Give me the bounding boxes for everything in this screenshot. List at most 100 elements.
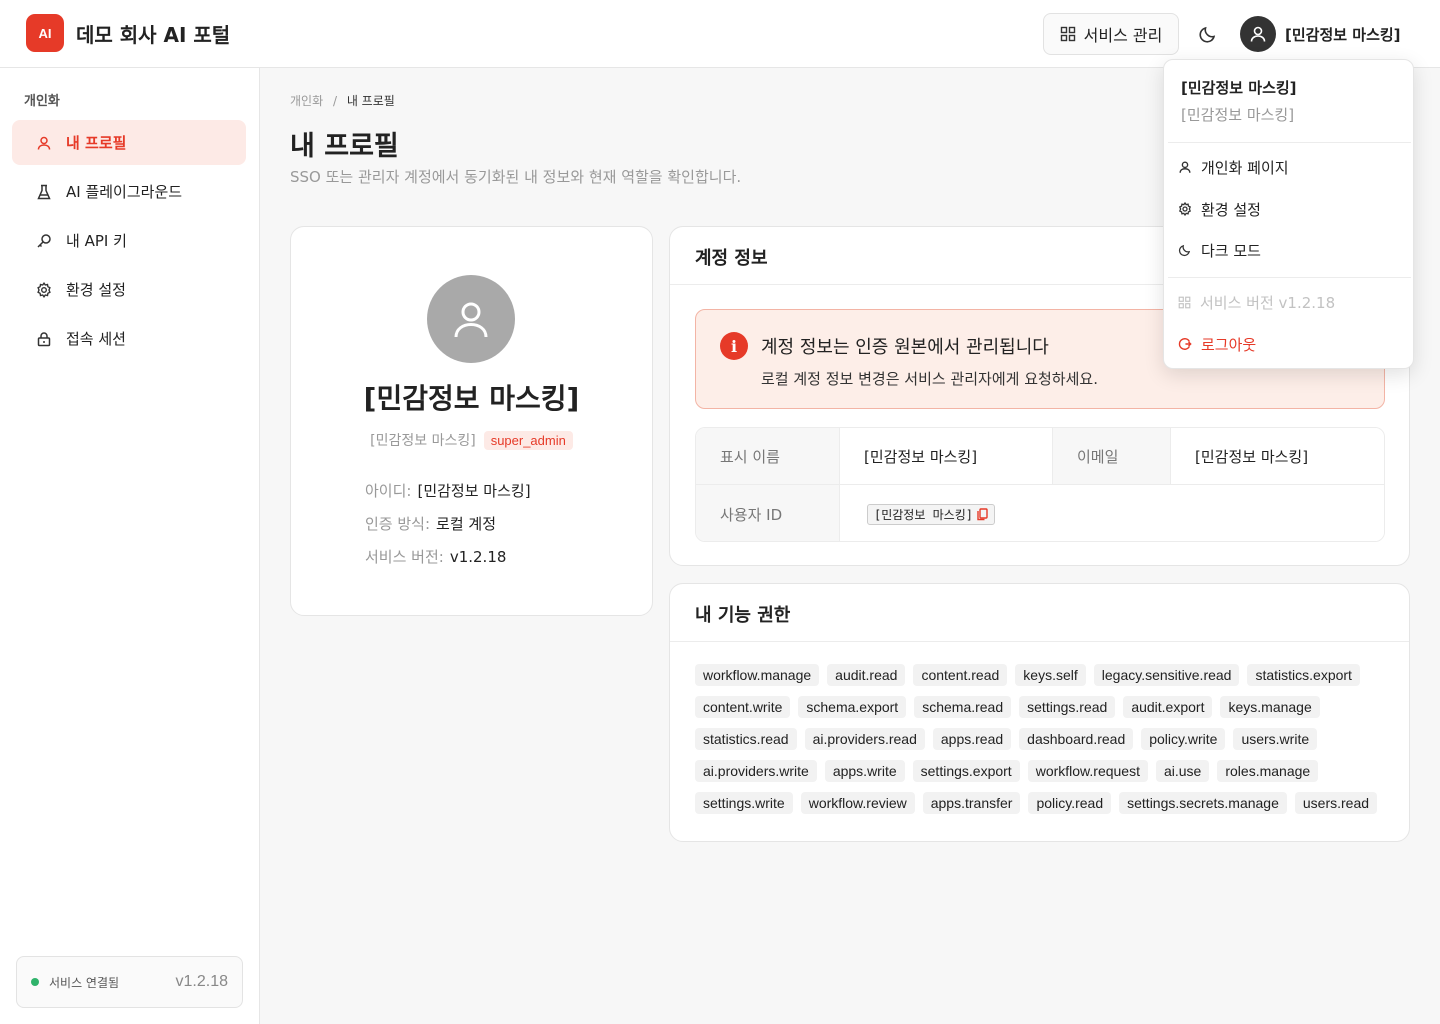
- permission-list: workflow.manage audit.read content.read key…: [695, 664, 1395, 814]
- sidebar-item-sessions[interactable]: 접속 세션: [12, 316, 246, 361]
- dropdown-item-label: 다크 모드: [1201, 241, 1261, 260]
- user-id-chip[interactable]: [민감정보 마스킹]: [867, 503, 995, 525]
- breadcrumb-current: 내 프로필: [346, 94, 395, 108]
- email-label: 이메일: [1053, 428, 1171, 485]
- permission-tag: settings.read: [1019, 696, 1116, 718]
- gear-icon: [1178, 202, 1192, 216]
- display-name-value: [민감정보 마스킹]: [840, 428, 1053, 485]
- permission-tag: legacy.sensitive.read: [1093, 664, 1240, 686]
- user-icon: [1248, 24, 1268, 44]
- permission-tag: keys.self: [1015, 664, 1086, 686]
- permission-tag: schema.read: [914, 696, 1012, 718]
- permission-tag: settings.write: [695, 792, 793, 814]
- user-id-cell: [민감정보 마스킹]: [840, 485, 1384, 541]
- permissions-card: 내 기능 권한 workflow.manage audit.read content…: [669, 583, 1410, 842]
- permission-tag: workflow.review: [800, 792, 915, 814]
- profile-auth-row: 인증 방식: 로컬 계정: [365, 513, 496, 534]
- display-name-label: 표시 이름: [696, 428, 840, 485]
- dropdown-item-label: 로그아웃: [1201, 335, 1257, 354]
- permission-tag: ai.providers.write: [695, 760, 817, 782]
- permission-tag: keys.manage: [1220, 696, 1320, 718]
- dropdown-divider: [1168, 142, 1411, 143]
- permission-tag: settings.export: [912, 760, 1020, 782]
- role-badge: super_admin: [483, 430, 573, 450]
- permission-tag: schema.export: [798, 696, 907, 718]
- sidebar-item-ai-playground[interactable]: AI 플레이그라운드: [12, 169, 246, 214]
- user-menu-button[interactable]: [민감정보 마스킹]: [1240, 15, 1401, 53]
- permission-tag: users.read: [1294, 792, 1378, 814]
- app-logo[interactable]: AI: [26, 14, 64, 52]
- sidebar-item-settings[interactable]: 환경 설정: [12, 267, 246, 312]
- permission-tag: workflow.request: [1027, 760, 1148, 782]
- app-title[interactable]: 데모 회사 AI 포털: [76, 19, 230, 48]
- permission-tag: ai.use: [1155, 760, 1210, 782]
- page-title: 내 프로필: [290, 131, 399, 162]
- user-icon: [36, 135, 52, 151]
- permission-tag: audit.read: [827, 664, 906, 686]
- theme-toggle-button[interactable]: [1196, 22, 1220, 46]
- dropdown-item-settings[interactable]: 환경 설정: [1178, 196, 1261, 222]
- permission-tag: policy.read: [1028, 792, 1112, 814]
- sidebar-item-api-keys[interactable]: 내 API 키: [12, 218, 246, 263]
- top-header: AI 데모 회사 AI 포털 서비스 관리 [민감정보 마스킹]: [0, 0, 1440, 68]
- breadcrumb: 개인화 / 내 프로필: [290, 92, 395, 109]
- profile-id-label: 아이디:: [365, 482, 412, 500]
- permission-tag: ai.providers.read: [804, 728, 925, 750]
- sidebar-section-title: 개인화: [24, 94, 60, 109]
- permission-tag: statistics.export: [1247, 664, 1360, 686]
- sidebar-item-label: 내 프로필: [66, 134, 127, 152]
- breadcrumb-separator: /: [332, 94, 337, 108]
- profile-auth-value: 로컬 계정: [436, 515, 496, 533]
- sidebar-item-label: AI 플레이그라운드: [66, 183, 183, 201]
- dropdown-item-personal-page[interactable]: 개인화 페이지: [1178, 154, 1289, 180]
- user-id-label: 사용자 ID: [696, 485, 840, 541]
- status-dot: [31, 978, 39, 986]
- user-id-value: [민감정보 마스킹]: [874, 507, 973, 522]
- user-dropdown-menu: [민감정보 마스킹] [민감정보 마스킹] 개인화 페이지 환경 설정 다크 모…: [1163, 59, 1414, 369]
- permission-tag: audit.export: [1123, 696, 1213, 718]
- copy-icon[interactable]: [977, 507, 988, 521]
- profile-name: [민감정보 마스킹]: [363, 382, 580, 415]
- profile-version-label: 서비스 버전:: [365, 548, 444, 566]
- permission-tag: workflow.manage: [695, 664, 820, 686]
- dropdown-item-label: 개인화 페이지: [1201, 158, 1289, 177]
- sidebar: 개인화 내 프로필 AI 플레이그라운드 내 API 키 환경 설정 접속 세션…: [0, 68, 260, 1024]
- permission-tag: apps.read: [932, 728, 1012, 750]
- dropdown-user-sub: [민감정보 마스킹]: [1181, 106, 1295, 124]
- permission-tag: statistics.read: [695, 728, 797, 750]
- profile-version-value: v1.2.18: [449, 548, 507, 566]
- sidebar-item-label: 환경 설정: [66, 281, 126, 299]
- profile-id-row: 아이디: [민감정보 마스킹]: [365, 480, 531, 501]
- profile-subline: [민감정보 마스킹] super_admin: [291, 430, 652, 450]
- moon-icon: [1198, 24, 1218, 44]
- account-info-table: 표시 이름 [민감정보 마스킹] 이메일 [민감정보 마스킹] 사용자 ID […: [695, 427, 1385, 542]
- permission-tag: apps.write: [824, 760, 905, 782]
- grid-icon: [1060, 26, 1076, 42]
- alert-message: 로컬 계정 정보 변경은 서비스 관리자에게 요청하세요.: [761, 370, 1098, 388]
- alert-title: 계정 정보는 인증 원본에서 관리됩니다: [761, 337, 1049, 358]
- permission-tag: apps.transfer: [922, 792, 1021, 814]
- page-description: SSO 또는 관리자 계정에서 동기화된 내 정보와 현재 역할을 확인합니다.: [290, 168, 742, 186]
- profile-id-value: [민감정보 마스킹]: [417, 482, 531, 500]
- permission-tag: policy.write: [1141, 728, 1226, 750]
- dropdown-divider: [1168, 277, 1411, 278]
- service-manage-button[interactable]: 서비스 관리: [1043, 13, 1179, 55]
- email-value: [민감정보 마스킹]: [1171, 428, 1384, 485]
- permission-tag: content.read: [913, 664, 1008, 686]
- sidebar-item-label: 접속 세션: [66, 330, 126, 348]
- permission-tag: users.write: [1233, 728, 1318, 750]
- flask-icon: [36, 184, 52, 200]
- user-icon: [448, 296, 494, 342]
- logout-icon: [1178, 337, 1192, 351]
- permission-tag: settings.secrets.manage: [1119, 792, 1287, 814]
- moon-icon: [1178, 243, 1192, 257]
- user-name: [민감정보 마스킹]: [1285, 25, 1401, 44]
- profile-avatar: [427, 275, 515, 363]
- permissions-card-title: 내 기능 권한: [670, 584, 1409, 642]
- avatar: [1240, 16, 1276, 52]
- sidebar-item-profile[interactable]: 내 프로필: [12, 120, 246, 165]
- breadcrumb-parent[interactable]: 개인화: [290, 94, 323, 108]
- dropdown-item-logout[interactable]: 로그아웃: [1178, 331, 1256, 357]
- dropdown-item-dark-mode[interactable]: 다크 모드: [1178, 237, 1261, 263]
- info-icon: i: [720, 332, 748, 360]
